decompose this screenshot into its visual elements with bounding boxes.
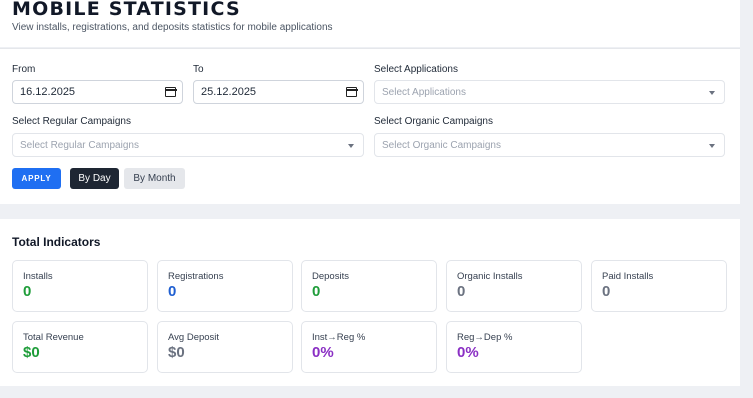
- regular-campaigns-select[interactable]: Select Regular Campaigns: [12, 133, 364, 157]
- indicator-label: Registrations: [168, 271, 224, 282]
- applications-label: Select Applications: [374, 64, 458, 75]
- indicator-value: $0: [168, 344, 185, 361]
- regular-campaigns-label: Select Regular Campaigns: [12, 116, 131, 127]
- to-date-value: 25.12.2025: [201, 86, 257, 98]
- chevron-down-icon: [709, 91, 715, 95]
- applications-placeholder: Select Applications: [382, 87, 466, 98]
- indicator-label: Reg→Dep %: [457, 332, 513, 343]
- page-subtitle: View installs, registrations, and deposi…: [12, 22, 333, 33]
- indicator-label: Deposits: [312, 271, 349, 282]
- indicator-card: Avg Deposit $0: [157, 321, 293, 373]
- indicator-card: Paid Installs 0: [591, 260, 727, 312]
- regular-campaigns-placeholder: Select Regular Campaigns: [20, 140, 139, 151]
- organic-campaigns-select[interactable]: Select Organic Campaigns: [374, 133, 725, 157]
- apply-button[interactable]: APPLY: [12, 168, 61, 189]
- from-date-input[interactable]: 16.12.2025: [12, 80, 183, 104]
- from-label: From: [12, 64, 36, 75]
- indicator-card: Total Revenue $0: [12, 321, 148, 373]
- calendar-icon[interactable]: [345, 87, 358, 97]
- page-header: MOBILE STATISTICS View installs, registr…: [0, 0, 740, 47]
- indicator-value: 0%: [312, 344, 334, 361]
- indicator-value: 0: [312, 283, 321, 300]
- indicator-label: Paid Installs: [602, 271, 654, 282]
- indicator-value: 0: [23, 283, 32, 300]
- indicator-value: 0: [168, 283, 177, 300]
- organic-campaigns-placeholder: Select Organic Campaigns: [382, 140, 501, 151]
- indicator-card: Inst→Reg % 0%: [301, 321, 437, 373]
- indicator-card: Reg→Dep % 0%: [446, 321, 582, 373]
- by-month-button[interactable]: By Month: [124, 168, 185, 189]
- to-label: To: [193, 64, 204, 75]
- organic-campaigns-label: Select Organic Campaigns: [374, 116, 493, 127]
- indicator-card: Organic Installs 0: [446, 260, 582, 312]
- indicator-card: Registrations 0: [157, 260, 293, 312]
- total-indicators-panel: Total Indicators Installs 0 Registrations 0…: [0, 219, 740, 386]
- by-day-button[interactable]: By Day: [70, 168, 119, 189]
- page-title: MOBILE STATISTICS: [12, 0, 241, 20]
- indicator-label: Avg Deposit: [168, 332, 220, 343]
- indicator-label: Organic Installs: [457, 271, 523, 282]
- indicator-value: 0: [602, 283, 611, 300]
- to-date-input[interactable]: 25.12.2025: [193, 80, 364, 104]
- calendar-icon[interactable]: [164, 87, 177, 97]
- indicator-value: 0%: [457, 344, 479, 361]
- indicator-value: 0: [457, 283, 466, 300]
- indicator-label: Total Revenue: [23, 332, 84, 343]
- indicator-card: Installs 0: [12, 260, 148, 312]
- indicator-value: $0: [23, 344, 40, 361]
- indicator-label: Inst→Reg %: [312, 332, 366, 343]
- filters-panel: From 16.12.2025 To 25.12.2025 Select App…: [0, 48, 740, 204]
- chevron-down-icon: [709, 144, 715, 148]
- applications-select[interactable]: Select Applications: [374, 80, 725, 104]
- chevron-down-icon: [348, 144, 354, 148]
- indicator-card: Deposits 0: [301, 260, 437, 312]
- section-title: Total Indicators: [12, 235, 101, 249]
- from-date-value: 16.12.2025: [20, 86, 76, 98]
- indicator-label: Installs: [23, 271, 53, 282]
